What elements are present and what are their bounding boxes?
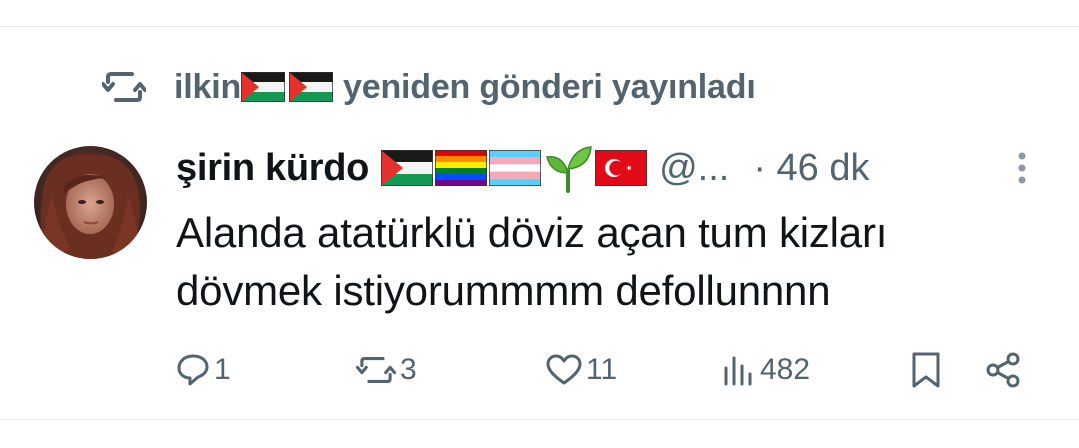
share-button[interactable]: [984, 340, 1022, 400]
repost-user[interactable]: ilkin: [174, 68, 241, 107]
share-icon: [986, 352, 1020, 388]
palestine-flag-icon: [289, 72, 334, 102]
views-button[interactable]: 482: [722, 340, 810, 400]
avatar[interactable]: [34, 146, 147, 259]
tweet-text: Alanda atatürklü döviz açan tum kizları …: [176, 204, 1056, 320]
repost-icon: [356, 356, 396, 384]
tweet-text-line: Alanda atatürklü döviz açan tum kizları: [176, 209, 888, 256]
repost-header[interactable]: ilkin yeniden gönderi yayınladı: [102, 62, 756, 112]
reply-icon: [177, 354, 209, 386]
seedling-icon: [546, 146, 592, 193]
tweet-time[interactable]: · 46 dk: [753, 147, 869, 190]
bottom-divider: [0, 419, 1079, 420]
bookmark-button[interactable]: [911, 340, 941, 400]
transgender-flag-icon: [489, 150, 542, 186]
turkey-flag-icon: [595, 150, 648, 186]
author-handle[interactable]: @...: [659, 147, 729, 190]
author-flags: [381, 143, 649, 193]
tweet-header: şirin kürdo @... · 46 dk: [176, 140, 1036, 196]
palestine-flag-icon: [241, 72, 286, 102]
repost-action-text: yeniden gönderi yayınladı: [343, 67, 756, 106]
repost-count: 3: [400, 353, 417, 386]
author-name[interactable]: şirin kürdo: [176, 147, 369, 190]
reply-button[interactable]: 1: [176, 340, 231, 400]
heart-icon: [546, 354, 582, 385]
view-count: 482: [760, 353, 811, 386]
views-icon: [724, 356, 752, 386]
action-bar: 1 3 11 482: [0, 340, 1079, 400]
palestine-flag-icon: [381, 150, 434, 186]
avatar-image: [34, 146, 147, 259]
repost-button[interactable]: 3: [356, 340, 417, 400]
like-button[interactable]: 11: [546, 340, 617, 400]
tweet-text-line: dövmek istiyorummmm defollunnnn: [176, 267, 831, 314]
bookmark-icon: [912, 352, 940, 388]
like-count: 11: [586, 353, 618, 386]
rainbow-flag-icon: [435, 150, 488, 186]
repost-icon: [102, 72, 146, 102]
top-divider: [0, 26, 1079, 27]
more-options-icon[interactable]: [1010, 148, 1034, 188]
reply-count: 1: [214, 353, 231, 386]
